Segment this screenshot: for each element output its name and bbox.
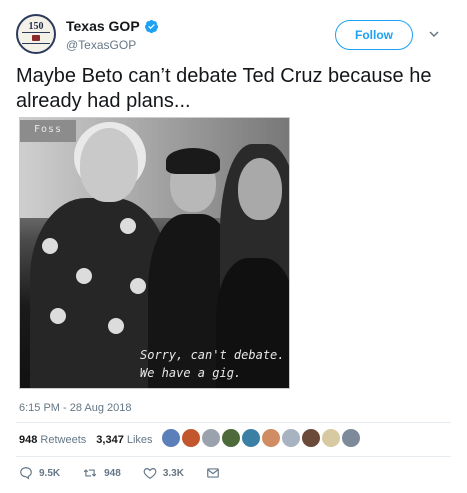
display-name[interactable]: Texas GOP bbox=[66, 18, 140, 34]
photo-poster-text: Foss bbox=[34, 124, 63, 135]
reply-button[interactable]: 9.5K bbox=[19, 466, 60, 480]
reply-count: 9.5K bbox=[39, 467, 61, 479]
envelope-icon bbox=[207, 468, 219, 478]
photo-caption-line-1: Sorry, can't debate. bbox=[140, 348, 285, 362]
account-handle[interactable]: @TexasGOP bbox=[66, 38, 136, 52]
divider-bottom bbox=[16, 456, 451, 457]
liker-avatar[interactable] bbox=[321, 428, 341, 448]
retweets-count: 948 bbox=[19, 434, 38, 446]
avatar-badge-number: 150 bbox=[28, 21, 44, 32]
retweets-stat[interactable]: 948 Retweets bbox=[19, 434, 86, 446]
divider-top bbox=[16, 422, 451, 423]
tweet-text: Maybe Beto can’t debate Ted Cruz because… bbox=[16, 65, 432, 112]
like-button[interactable]: 3.3K bbox=[143, 466, 184, 480]
liker-avatar[interactable] bbox=[201, 428, 221, 448]
liker-avatar[interactable] bbox=[301, 428, 321, 448]
like-count: 3.3K bbox=[162, 467, 184, 479]
tweet-photo[interactable]: Foss Sorry, can't debate. We have a gig. bbox=[19, 117, 290, 389]
liker-avatar[interactable] bbox=[281, 428, 301, 448]
avatar-seal-icon bbox=[22, 32, 50, 44]
retweet-count: 948 bbox=[104, 467, 121, 479]
liker-avatar[interactable] bbox=[181, 428, 201, 448]
likes-label: Likes bbox=[126, 434, 153, 446]
direct-message-button[interactable] bbox=[206, 466, 226, 480]
reply-icon bbox=[20, 467, 32, 480]
retweet-icon bbox=[83, 469, 97, 477]
photo-caption-line-2: We have a gig. bbox=[140, 366, 242, 380]
likes-stat[interactable]: 3,347 Likes bbox=[96, 434, 152, 446]
tweet-header: 150 Texas GOP @TexasGOP Follow bbox=[16, 14, 451, 60]
tweet-timestamp[interactable]: 6:15 PM - 28 Aug 2018 bbox=[19, 402, 132, 414]
engagement-stats: 948 Retweets 3,347 Likes bbox=[19, 434, 163, 446]
tweet-actions: 9.5K 948 3.3K bbox=[19, 466, 248, 480]
avatar[interactable]: 150 bbox=[16, 14, 56, 54]
liker-avatar[interactable] bbox=[261, 428, 281, 448]
liker-avatars bbox=[161, 428, 361, 448]
photo-caption: Sorry, can't debate. We have a gig. bbox=[140, 346, 289, 382]
heart-icon bbox=[143, 468, 157, 479]
likes-count: 3,347 bbox=[96, 434, 124, 446]
follow-button[interactable]: Follow bbox=[335, 20, 413, 50]
liker-avatar[interactable] bbox=[341, 428, 361, 448]
name-row: Texas GOP bbox=[66, 18, 159, 34]
retweets-label: Retweets bbox=[40, 434, 87, 446]
chevron-down-icon[interactable] bbox=[428, 28, 440, 40]
verified-badge-icon bbox=[144, 19, 158, 33]
liker-avatar[interactable] bbox=[161, 428, 181, 448]
liker-avatar[interactable] bbox=[221, 428, 241, 448]
liker-avatar[interactable] bbox=[241, 428, 261, 448]
retweet-button[interactable]: 948 bbox=[82, 466, 121, 480]
